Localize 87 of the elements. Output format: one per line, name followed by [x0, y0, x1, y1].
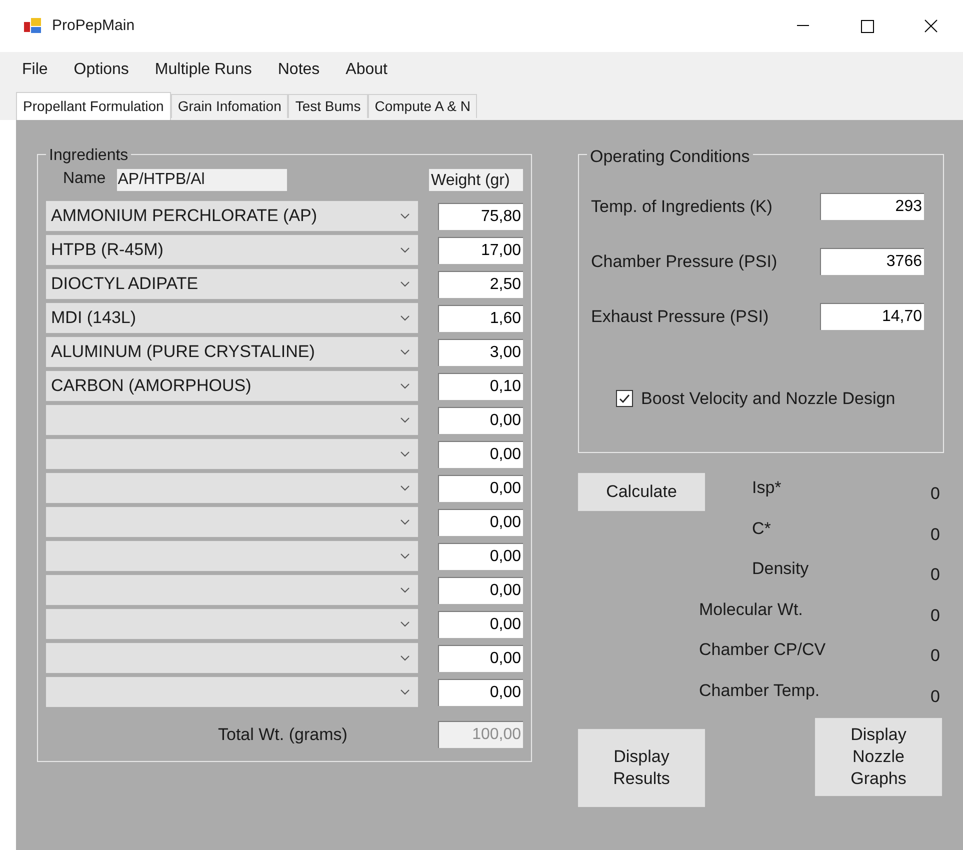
chevron-down-icon	[400, 485, 410, 491]
ingredient-dropdown[interactable]	[46, 677, 418, 707]
ingredient-dropdown[interactable]	[46, 575, 418, 605]
app-icon	[24, 18, 42, 34]
chevron-down-icon	[400, 417, 410, 423]
result-value: 0	[930, 564, 940, 586]
menu-item[interactable]: Multiple Runs	[154, 58, 252, 82]
tab[interactable]: Compute A & N	[368, 94, 478, 118]
tab[interactable]: Propellant Formulation	[16, 92, 171, 120]
chevron-down-icon	[400, 349, 410, 355]
weight-field[interactable]: 0,00	[438, 610, 523, 638]
checkmark-icon	[618, 392, 631, 406]
column-header: Weight (gr)	[429, 169, 523, 191]
calculate-button[interactable]: Calculate	[578, 473, 705, 511]
weight-field[interactable]: 0,00	[438, 678, 523, 706]
result-value: 0	[930, 524, 940, 546]
chevron-down-icon	[400, 383, 410, 389]
menu-item[interactable]: File	[22, 58, 48, 82]
display-results-button[interactable]: Display Results	[578, 729, 705, 807]
ingredient-dropdown[interactable]	[46, 507, 418, 537]
ingredient-dropdown[interactable]: DIOCTYL ADIPATE	[46, 269, 418, 299]
result-label: C*	[752, 518, 771, 540]
menu-item[interactable]: About	[346, 58, 388, 82]
weight-field[interactable]: 1,60	[438, 304, 523, 332]
weight-field[interactable]: 2,50	[438, 270, 523, 298]
weight-field[interactable]: 75,80	[438, 202, 523, 230]
chevron-down-icon	[400, 587, 410, 593]
result-label: Isp*	[752, 477, 782, 499]
ingredient-dropdown[interactable]	[46, 405, 418, 435]
ingredient-dropdown[interactable]	[46, 473, 418, 503]
ingredient-dropdown[interactable]	[46, 541, 418, 571]
field-label: Exhaust Pressure (PSI)	[591, 306, 770, 328]
condition-field[interactable]: 14,70	[820, 303, 924, 330]
ingredient-dropdown[interactable]: AMMONIUM PERCHLORATE (AP)	[46, 201, 418, 231]
condition-field[interactable]: 293	[820, 193, 924, 220]
ingredient-dropdown[interactable]: MDI (143L)	[46, 303, 418, 333]
chevron-down-icon	[400, 213, 410, 219]
weight-field[interactable]: 0,00	[438, 542, 523, 570]
weight-field[interactable]: 0,10	[438, 372, 523, 400]
field-label: Chamber Pressure (PSI)	[591, 250, 778, 273]
checkbox[interactable]	[616, 390, 633, 408]
result-label: Density	[752, 558, 809, 580]
ingredient-dropdown[interactable]	[46, 439, 418, 469]
name-label: Name	[63, 169, 106, 189]
result-value: 0	[930, 483, 940, 505]
ingredient-dropdown[interactable]	[46, 609, 418, 639]
field-label: Temp. of Ingredients (K)	[591, 196, 774, 218]
window-title: ProPepMain	[52, 16, 135, 36]
minimize-icon	[797, 25, 809, 27]
menu-item[interactable]: Options	[74, 58, 129, 82]
ingredient-dropdown[interactable]: CARBON (AMORPHOUS)	[46, 371, 418, 401]
weight-field[interactable]: 0,00	[438, 440, 523, 468]
result-value: 0	[930, 604, 940, 626]
weight-field[interactable]: 0,00	[438, 508, 523, 536]
checkbox-label: Boost Velocity and Nozzle Design	[641, 388, 896, 410]
chevron-down-icon	[400, 315, 410, 321]
close-icon	[924, 19, 938, 33]
chevron-down-icon	[400, 553, 410, 559]
chevron-down-icon	[400, 519, 410, 525]
menu-item[interactable]: Notes	[278, 58, 320, 82]
total-label: Total Wt. (grams)	[218, 724, 348, 746]
condition-field[interactable]: 3766	[820, 248, 924, 275]
result-label: Molecular Wt.	[699, 598, 803, 620]
chevron-down-icon	[400, 281, 410, 287]
ingredient-dropdown[interactable]: HTPB (R-45M)	[46, 235, 418, 265]
chevron-down-icon	[400, 247, 410, 253]
result-label: Chamber CP/CV	[699, 639, 826, 661]
chevron-down-icon	[400, 451, 410, 457]
name-field[interactable]: AP/HTPB/Al	[116, 169, 287, 191]
weight-field[interactable]: 17,00	[438, 236, 523, 264]
ingredient-dropdown[interactable]	[46, 643, 418, 673]
weight-field[interactable]: 0,00	[438, 576, 523, 604]
ingredient-dropdown[interactable]: ALUMINUM (PURE CRYSTALINE)	[46, 337, 418, 367]
result-value: 0	[930, 645, 940, 667]
weight-field[interactable]: 0,00	[438, 644, 523, 672]
weight-field[interactable]: 3,00	[438, 338, 523, 366]
tab[interactable]: Grain Infomation	[170, 94, 288, 118]
weight-field[interactable]: 0,00	[438, 406, 523, 434]
display-nozzle-graphs-button[interactable]: Display Nozzle Graphs	[815, 718, 942, 796]
chevron-down-icon	[400, 655, 410, 661]
tab[interactable]: Test Bums	[288, 94, 368, 118]
chevron-down-icon	[400, 621, 410, 627]
weight-field[interactable]: 0,00	[438, 474, 523, 502]
chevron-down-icon	[400, 689, 410, 695]
result-label: Chamber Temp.	[699, 680, 820, 702]
result-value: 0	[930, 686, 940, 708]
maximize-icon	[860, 20, 874, 32]
